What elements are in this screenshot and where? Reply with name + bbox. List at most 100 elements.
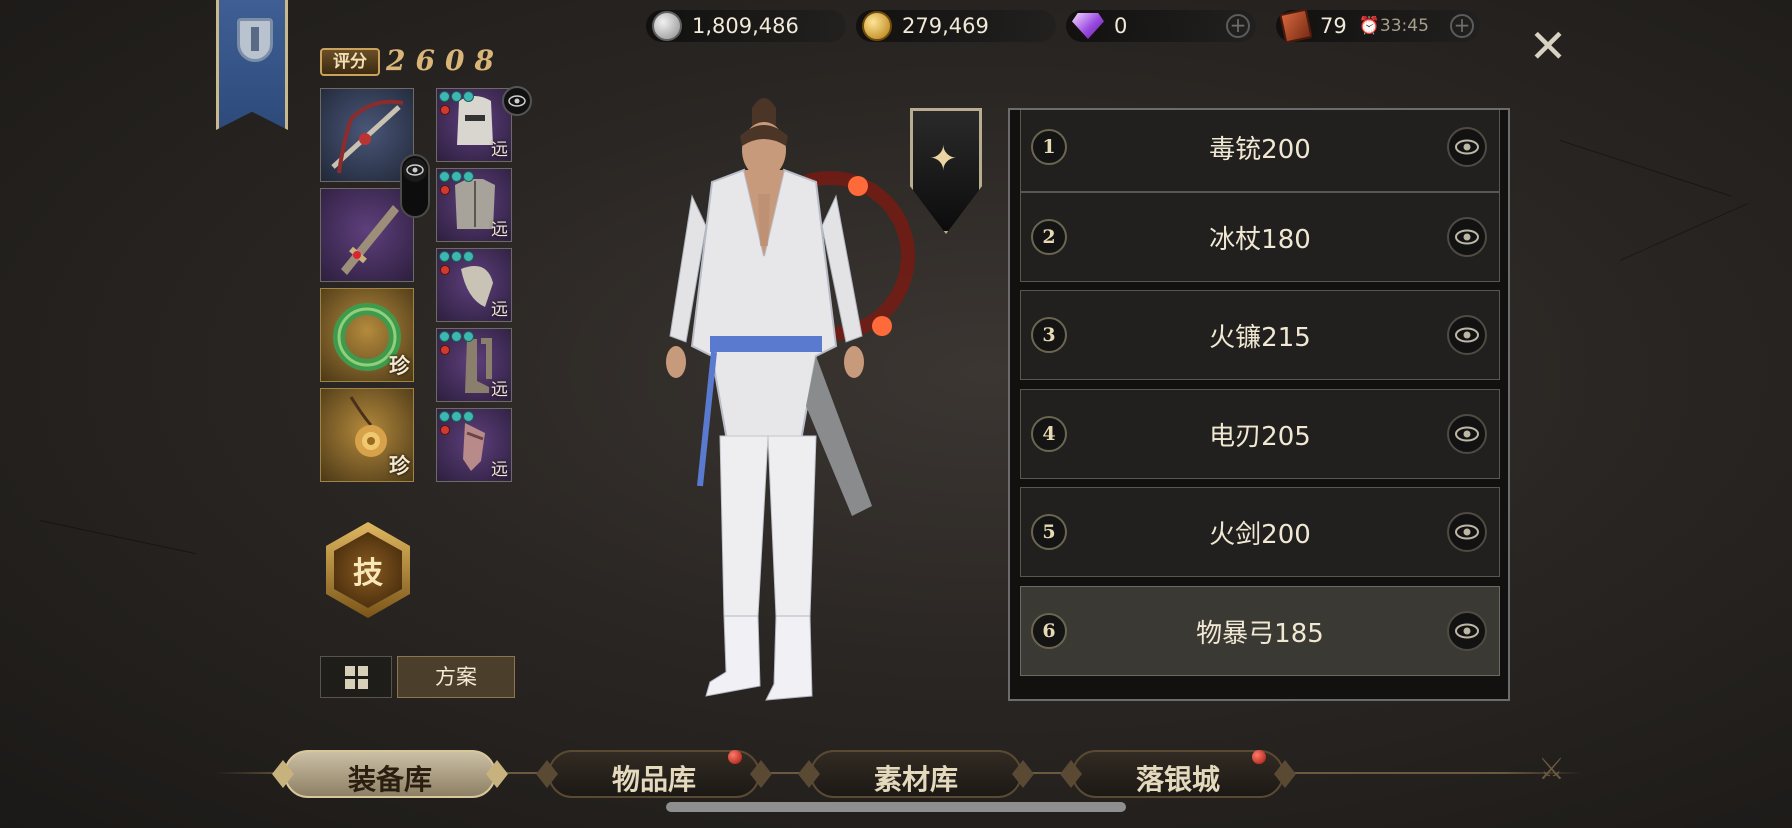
rarity-tag: 珍 [389,454,410,478]
gem-sockets [439,331,474,342]
rarity-tag: 珍 [389,354,410,378]
silver-currency: 1,809,486 [646,10,846,42]
red-gem-icon [440,265,450,275]
notification-dot [728,750,742,764]
loadout-name: 冰杖180 [1209,224,1311,255]
diamond-currency: 0 + [1066,10,1256,42]
gem-sockets [439,411,474,422]
eye-icon [1455,623,1479,639]
background-texture [1619,203,1749,261]
gem-sockets [439,251,474,262]
alarm-clock-icon: ⏰ [1358,16,1380,36]
loadout-list: 1 毒铳200 2 冰杖180 3 火镰215 4 电刃205 5 火剑200 … [1008,108,1510,701]
plan-button[interactable]: 方案 [397,656,515,698]
loadout-preview-button[interactable] [1447,315,1487,355]
add-diamond-button[interactable]: + [1226,14,1250,38]
loadout-name: 电刃205 [1209,421,1311,452]
score-label: 评分 [320,48,380,76]
tab-equipment-storage[interactable]: 装备库 [268,746,512,802]
range-tag: 远 [491,380,508,400]
loadout-row-5[interactable]: 5 火剑200 [1020,487,1500,577]
eye-icon [1455,229,1479,245]
equipment-slot-helmet[interactable]: 远 [436,88,512,162]
loadout-row-4[interactable]: 4 电刃205 [1020,389,1500,479]
grid-view-button[interactable] [320,656,392,698]
equipment-slot-necklace[interactable]: 珍 [320,388,414,482]
eye-icon [1455,524,1479,540]
guild-emblem-icon [237,18,273,62]
tab-silverfall-city[interactable]: 落银城 [1056,746,1300,802]
loadout-number: 6 [1031,613,1067,649]
loadout-number: 4 [1031,416,1067,452]
loadout-name: 火剑200 [1209,519,1311,550]
silver-amount: 1,809,486 [692,14,799,38]
range-tag: 远 [491,460,508,480]
gold-coin-icon [862,11,892,41]
crossbow-ornament-icon: ⚔ [1538,752,1565,787]
eye-icon [508,95,526,107]
eye-icon [1455,327,1479,343]
stamina-book-icon [1279,8,1313,44]
loadout-name: 火镰215 [1209,322,1311,353]
grid-icon [344,665,368,689]
loadout-number: 2 [1031,219,1067,255]
loadout-preview-button[interactable] [1447,611,1487,651]
equipment-slot-boots[interactable]: 远 [436,328,512,402]
range-tag: 远 [491,140,508,160]
background-texture [39,520,197,555]
helmet-visibility-button[interactable] [502,86,532,116]
red-gem-icon [440,185,450,195]
loadout-row-2[interactable]: 2 冰杖180 [1020,192,1500,282]
diamond-amount: 0 [1114,14,1128,38]
loadout-number: 3 [1031,317,1067,353]
tab-label: 素材库 [873,763,958,796]
weapon-visibility-toggle[interactable] [400,154,430,218]
stamina-currency: 79 ⏰33:45 + [1276,8,1480,44]
range-tag: 远 [491,300,508,320]
loadout-row-1[interactable]: 1 毒铳200 [1020,110,1500,192]
add-stamina-button[interactable]: + [1450,14,1474,38]
equipment-slot-gloves[interactable]: 远 [436,408,512,482]
tab-label: 装备库 [347,763,432,796]
skill-label: 技 [334,532,402,608]
loadout-row-3[interactable]: 3 火镰215 [1020,290,1500,380]
loadout-number: 5 [1031,514,1067,550]
equipment-slot-ring[interactable]: 珍 [320,288,414,382]
red-gem-icon [440,425,450,435]
loadout-preview-button[interactable] [1447,512,1487,552]
eye-icon [403,158,427,182]
background-texture [1559,140,1732,197]
tab-label: 物品库 [611,763,696,796]
tab-material-storage[interactable]: 素材库 [794,746,1038,802]
score-value: 2608 [386,44,504,77]
tab-label: 落银城 [1135,763,1220,796]
equipment-slot-shoulder[interactable]: 远 [436,248,512,322]
loadout-name: 毒铳200 [1209,134,1311,165]
loadout-number: 1 [1031,129,1067,165]
loadout-preview-button[interactable] [1447,127,1487,167]
loadout-row-6[interactable]: 6 物暴弓185 [1020,586,1500,676]
equipment-slot-chest[interactable]: 远 [436,168,512,242]
eye-icon [1455,426,1479,442]
stamina-timer: ⏰33:45 [1358,16,1429,36]
red-gem-icon [440,345,450,355]
loadout-name: 物暴弓185 [1196,618,1324,649]
skill-button[interactable]: 技 [326,522,410,618]
range-tag: 远 [491,220,508,240]
gold-amount: 279,469 [902,14,989,38]
diamond-icon [1072,13,1104,39]
loadout-preview-button[interactable] [1447,217,1487,257]
close-icon: ✕ [1528,19,1568,73]
compass-star-icon: ✦ [929,139,958,179]
gem-sockets [439,91,474,102]
character-model[interactable] [640,86,940,736]
tab-item-storage[interactable]: 物品库 [532,746,776,802]
gem-sockets [439,171,474,182]
stamina-amount: 79 [1320,14,1347,38]
gold-currency: 279,469 [856,10,1056,42]
home-indicator[interactable] [666,802,1126,812]
close-button[interactable]: ✕ [1528,23,1568,69]
guild-banner[interactable] [216,0,288,130]
loadout-preview-button[interactable] [1447,414,1487,454]
silver-coin-icon [652,11,682,41]
